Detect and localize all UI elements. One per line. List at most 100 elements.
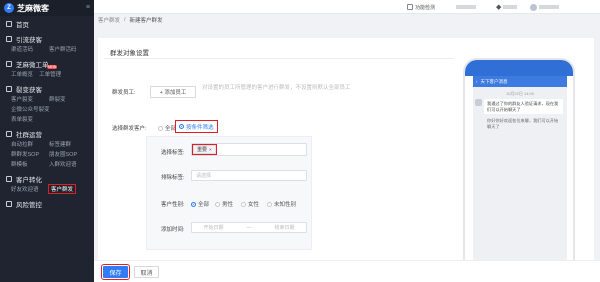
staff-label: 群发员工: <box>112 90 136 96</box>
nav-group: 社群运营 自动拉群 标签建群 群群发SOP 朋友圈SOP 群模板 入群欢迎语 <box>0 126 94 171</box>
sidebar-item[interactable]: 群模板 <box>11 160 49 168</box>
sidebar-item[interactable]: 好友欢迎语 <box>11 185 49 193</box>
nav-group-header[interactable]: 裂变获客 <box>0 83 94 94</box>
tag-label: 选择标签: <box>161 150 185 156</box>
nav-group: 客户转化 好友欢迎语 客户群发 <box>0 171 94 196</box>
tag-chip[interactable]: 重要 × <box>192 144 217 155</box>
nav-group-header[interactable]: 风险管控 <box>0 198 94 209</box>
radio-circle-selected <box>191 201 196 207</box>
gender-unknown[interactable]: 未知性别 <box>267 200 296 208</box>
nav-row: 群群发SOP 朋友圈SOP <box>0 149 94 159</box>
message-bubble: 你好你好欢迎各位来聊，我们可以开始聊天了 <box>487 118 559 129</box>
customer-label: 选择群发客户: <box>112 126 147 132</box>
topbar-item-2[interactable] <box>456 2 476 12</box>
nav-group-header[interactable]: 社群运营 <box>0 128 94 139</box>
menu-icon <box>6 175 12 182</box>
nav-group: 裂变获客 客户裂变 群裂变企微公众号裂变 表单裂变 <box>0 81 94 126</box>
gender-female[interactable]: 女性 <box>241 200 259 208</box>
chat-message: 我通过了你的群友人验证请求，现在我们可以开始聊天了 <box>475 99 563 114</box>
radio-all[interactable]: 全部 <box>158 124 176 132</box>
chat-time: 10月22日 14:00 <box>505 91 535 96</box>
section-title: 群发对象设置 <box>110 50 149 57</box>
nav-group: 首页 <box>0 16 94 31</box>
nav-group: 风险管控 <box>0 196 94 211</box>
chat-body: 10月22日 14:00 我通过了你的群友人验证请求，现在我们可以开始聊天了 你… <box>473 87 567 272</box>
breadcrumb: 客户群发 / 新建客户群发 <box>98 15 163 25</box>
filter-panel: 选择标签: 重要 × 排除标签: 请选择 客户性别: 全部 男性 女性 未知性别… <box>146 136 312 250</box>
nav-group: 引流获客 渠道活码 客户群活码 <box>0 31 94 56</box>
nav-row: 好友欢迎语 客户群发 <box>0 184 94 194</box>
menu-icon <box>6 60 12 67</box>
breadcrumb-current: 新建客户群发 <box>129 18 163 24</box>
sidebar: Z 芝麻微客 ≡ 首页 引流获客 渠道活码 客户群活码 芝麻微工单 工单概览 NEW 工单管理… <box>0 0 94 282</box>
gender-male[interactable]: 男性 <box>215 200 233 208</box>
message-preview-phone: ‹ 天下客户消息 10月22日 14:00 我通过了你的群友人验证请求，现在我们… <box>463 58 575 280</box>
radio-circle <box>158 125 163 131</box>
sidebar-item[interactable]: 渠道活码 <box>11 45 49 53</box>
nav-row: 表单裂变 <box>0 114 94 124</box>
sidebar-item[interactable]: 客户群活码 <box>49 45 87 53</box>
top-bar: 功能检测 ◆ <box>94 0 600 14</box>
app-name: 芝麻微客 <box>17 3 49 13</box>
masked-username <box>539 5 559 9</box>
function-test-button[interactable]: 功能检测 <box>407 2 435 12</box>
sidebar-item[interactable]: 企微公众号裂变 <box>11 105 50 113</box>
avatar <box>530 3 537 11</box>
nav-row: 工单概览 NEW 工单管理 <box>0 64 94 79</box>
sidebar-item[interactable]: 朋友圈SOP <box>49 150 87 158</box>
date-range-picker[interactable]: 开始日期 — 结束日期 <box>191 222 307 233</box>
sidebar-item[interactable]: 客户群发 <box>47 184 77 194</box>
nav-row: 群模板 入群欢迎语 <box>0 159 94 169</box>
save-button[interactable]: 保存 <box>101 264 130 280</box>
sidebar-item[interactable]: 标签建群 <box>49 140 87 148</box>
sidebar-item[interactable]: 群裂变 <box>49 95 87 103</box>
staff-hint: 对设置的员工所管理的客户进行群发，不设置则默认全部员工 <box>202 85 351 91</box>
sidebar-item[interactable]: 入群欢迎语 <box>49 160 87 168</box>
masked-text <box>456 5 476 9</box>
breadcrumb-parent[interactable]: 客户群发 <box>98 16 120 24</box>
radio-circle-selected <box>179 124 184 129</box>
sidebar-nav: 首页 引流获客 渠道活码 客户群活码 芝麻微工单 工单概览 NEW 工单管理 裂变获客 客户裂变群… <box>0 16 94 211</box>
nav-group: 芝麻微工单 工单概览 NEW 工单管理 <box>0 56 94 81</box>
menu-icon <box>6 130 12 137</box>
menu-icon <box>6 85 12 92</box>
menu-icon <box>6 35 12 42</box>
back-icon: ‹ <box>476 79 478 84</box>
nav-row: 自动拉群 标签建群 <box>0 139 94 149</box>
nav-group-header[interactable]: 首页 <box>0 18 94 29</box>
monitor-icon <box>407 4 413 10</box>
menu-icon <box>6 200 12 207</box>
radio-circle <box>267 201 272 207</box>
collapse-menu-icon[interactable]: ≡ <box>86 4 90 11</box>
avatar <box>475 99 482 106</box>
exclude-tag-select[interactable]: 请选择 <box>191 170 307 181</box>
breadcrumb-separator: / <box>124 17 126 23</box>
chat-message: 你好你好欢迎各位来聊，我们可以开始聊天了 <box>475 116 563 131</box>
exclude-label: 排除标签: <box>161 175 185 181</box>
sidebar-item[interactable]: 自动拉群 <box>11 140 49 148</box>
message-bubble: 我通过了你的群友人验证请求，现在我们可以开始聊天了 <box>484 99 563 114</box>
time-label: 添加时间: <box>161 227 185 233</box>
nav-group-header[interactable]: 引流获客 <box>0 33 94 44</box>
cancel-button[interactable]: 取消 <box>134 266 159 278</box>
nav-row: 渠道活码 客户群活码 <box>0 44 94 54</box>
sidebar-item[interactable]: 工单概览 <box>11 70 49 78</box>
diamond-icon: ◆ <box>496 4 502 11</box>
gender-all[interactable]: 全部 <box>191 200 209 208</box>
user-menu[interactable] <box>530 2 559 12</box>
sidebar-item[interactable]: 群群发SOP <box>11 150 49 158</box>
nav-group-header[interactable]: 客户转化 <box>0 173 94 184</box>
action-bar: 保存 取消 <box>94 260 600 282</box>
sidebar-item[interactable]: 表单裂变 <box>11 115 49 123</box>
close-icon[interactable]: × <box>209 147 212 152</box>
radio-circle <box>241 201 246 207</box>
vip-badge[interactable]: ◆ <box>496 2 518 12</box>
phone-status-bar <box>465 60 573 76</box>
radio-filter[interactable]: 按条件筛选 <box>175 120 218 133</box>
gender-label: 客户性别: <box>161 202 185 208</box>
sidebar-item[interactable]: 客户裂变 <box>11 95 49 103</box>
masked-text <box>503 5 518 9</box>
logo[interactable]: Z 芝麻微客 ≡ <box>0 0 94 16</box>
add-staff-button[interactable]: + 添加员工 <box>150 86 196 98</box>
new-badge: NEW <box>47 64 58 69</box>
